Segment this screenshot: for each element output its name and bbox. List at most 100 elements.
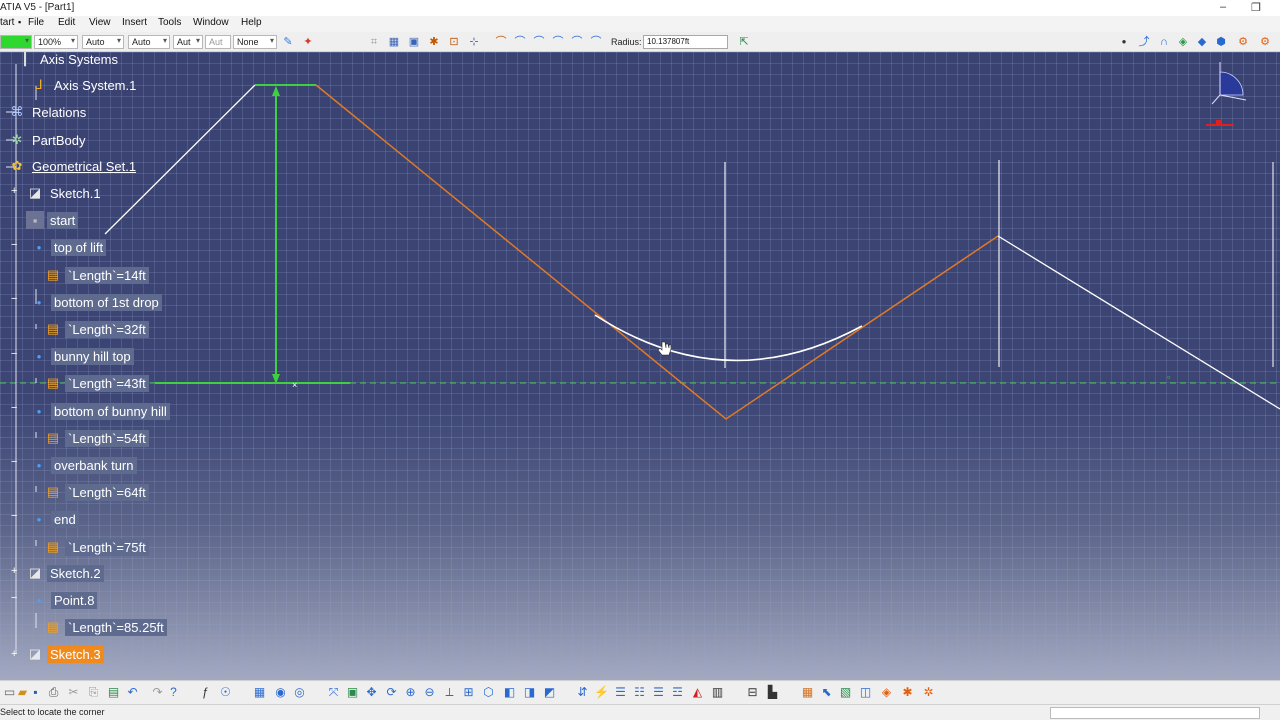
tree-node-start[interactable]: ▪ start <box>26 210 79 230</box>
tree-node-bottom-bunny-hill[interactable]: ● bottom of bunny hill <box>30 401 170 421</box>
tree-node-length-54[interactable]: ▤ `Length`=54ft <box>44 428 149 448</box>
zoom-out-icon[interactable]: ⊖ <box>422 685 437 700</box>
dimension-tool-icon[interactable]: ✲ <box>921 685 936 700</box>
line-tool-icon[interactable]: ⤴ <box>1137 35 1151 49</box>
pan-icon[interactable]: ✥ <box>364 685 379 700</box>
tree-node-sketch-1[interactable]: ◪ Sketch.1 <box>26 183 104 203</box>
corner-trim-all-icon[interactable]: ⌒ <box>494 35 508 49</box>
dimension-icon[interactable]: ⊟ <box>745 685 760 700</box>
tree-node-top-of-lift[interactable]: ● top of lift <box>30 237 107 257</box>
measure-icon[interactable]: ◎ <box>292 685 307 700</box>
collapse-icon[interactable]: − <box>11 239 17 251</box>
collapse-icon[interactable]: − <box>11 510 17 522</box>
tree-node-length-85[interactable]: ▤ `Length`=85.25ft <box>44 617 167 637</box>
restore-button[interactable]: ❐ <box>1251 1 1261 14</box>
workbench-icon[interactable]: ⚙ <box>1236 35 1250 49</box>
paste-icon[interactable]: ▤ <box>106 685 121 700</box>
menu-insert[interactable]: Insert <box>122 17 147 28</box>
shape-icon[interactable]: ◆ <box>1195 35 1209 49</box>
geometry-icon[interactable]: ◫ <box>858 685 873 700</box>
table-icon[interactable]: ▦ <box>252 685 267 700</box>
list4-icon[interactable]: ☲ <box>670 685 685 700</box>
collapse-icon[interactable]: − <box>11 402 17 414</box>
tools-icon[interactable]: ⚙ <box>1258 35 1272 49</box>
menu-view[interactable]: View <box>89 17 111 28</box>
tree-node-geometrical-set[interactable]: ✿ Geometrical Set.1 <box>8 156 139 176</box>
tree-node-sketch-2[interactable]: ◪ Sketch.2 <box>26 563 104 583</box>
zoom-combo[interactable]: 100% ▾ <box>34 35 78 49</box>
radius-input[interactable]: 10.137807ft <box>643 35 728 49</box>
menu-start[interactable]: tart <box>0 17 14 28</box>
catalog-icon[interactable]: ◉ <box>273 685 288 700</box>
tree-node-axis-systems[interactable]: ┃ Axis Systems <box>16 52 121 69</box>
constraint-icon[interactable]: ⇵ <box>575 685 590 700</box>
dimension-auto-icon[interactable]: ✱ <box>900 685 915 700</box>
select-icon[interactable]: ⬉ <box>819 685 834 700</box>
analysis-icon[interactable]: ⚡ <box>594 685 609 700</box>
help-icon[interactable]: ? <box>166 685 181 700</box>
copy-format-icon[interactable]: ✦ <box>301 35 315 49</box>
paint-brush-icon[interactable]: ✎ <box>281 35 295 49</box>
arc-tool-icon[interactable]: ∩ <box>1157 35 1171 49</box>
constraints-auto-icon[interactable]: ◈ <box>879 685 894 700</box>
command-input[interactable] <box>1050 707 1260 719</box>
corner-lines-icon[interactable]: ⌒ <box>589 35 603 49</box>
collapse-icon[interactable]: − <box>11 293 17 305</box>
expand-icon[interactable]: + <box>11 565 17 577</box>
tree-node-relations[interactable]: ⌘ Relations <box>8 102 89 122</box>
grid-icon[interactable]: ▦ <box>387 35 401 49</box>
collapse-icon[interactable]: − <box>11 592 17 604</box>
corner-no-trim-icon[interactable]: ⌒ <box>532 35 546 49</box>
dimensional-constraints-icon[interactable]: ⊡ <box>447 35 461 49</box>
zoom-in-icon[interactable]: ⊕ <box>403 685 418 700</box>
fit-all-icon[interactable]: ▣ <box>345 685 360 700</box>
collapse-icon[interactable]: − <box>11 456 17 468</box>
expand-icon[interactable]: + <box>11 648 17 660</box>
tree-node-length-43[interactable]: ▤ `Length`=43ft <box>44 373 149 393</box>
normal-view-icon[interactable]: ⟂ <box>442 685 457 700</box>
workbench-switch-icon[interactable]: ▙ <box>765 685 780 700</box>
print-icon[interactable]: ⎙ <box>46 685 61 700</box>
dot-icon[interactable]: ● <box>1117 35 1131 49</box>
grid-snap-icon[interactable]: ▦ <box>800 685 815 700</box>
tree-node-bunny-hill-top[interactable]: ● bunny hill top <box>30 346 134 366</box>
menu-tools[interactable]: Tools <box>158 17 181 28</box>
copy-icon[interactable]: ⎘ <box>86 685 101 700</box>
menu-help[interactable]: Help <box>241 17 262 28</box>
mirror-icon[interactable]: ◭ <box>690 685 705 700</box>
swap-visible-icon[interactable]: ◩ <box>542 685 557 700</box>
compass-icon[interactable] <box>1190 60 1250 130</box>
document-icon[interactable]: ▥ <box>710 685 725 700</box>
tree-node-length-14[interactable]: ▤ `Length`=14ft <box>44 265 149 285</box>
menu-file[interactable]: File <box>28 17 44 28</box>
knowledge-icon[interactable]: ☉ <box>218 685 233 700</box>
snap-icon[interactable]: ⌗ <box>367 35 381 49</box>
undo-icon[interactable]: ↶ <box>125 685 140 700</box>
expand-icon[interactable]: + <box>11 185 17 197</box>
minimize-button[interactable]: – <box>1220 1 1226 13</box>
exit-workbench-icon[interactable]: ⇱ <box>737 35 751 49</box>
corner-trim-first-icon[interactable]: ⌒ <box>513 35 527 49</box>
construction-mode-icon[interactable]: ▧ <box>838 685 853 700</box>
line-type-combo[interactable]: Auto ▾ <box>82 35 124 49</box>
menu-window[interactable]: Window <box>193 17 229 28</box>
tree-node-end[interactable]: ● end <box>30 509 79 529</box>
iso-view-icon[interactable]: ⬡ <box>481 685 496 700</box>
point-type-combo[interactable]: Aut ▾ <box>173 35 203 49</box>
multi-view-icon[interactable]: ⊞ <box>461 685 476 700</box>
tree-node-length-75[interactable]: ▤ `Length`=75ft <box>44 537 149 557</box>
corner-construction-icon[interactable]: ⌒ <box>570 35 584 49</box>
shading-icon[interactable]: ◧ <box>502 685 517 700</box>
tree-node-sketch-3[interactable]: ◪ Sketch.3 <box>26 644 104 664</box>
list3-icon[interactable]: ☰ <box>651 685 666 700</box>
line-weight-combo[interactable]: Auto ▾ <box>128 35 170 49</box>
list2-icon[interactable]: ☷ <box>632 685 647 700</box>
layer-combo[interactable]: Aut <box>205 35 231 49</box>
tree-node-point-8[interactable]: ● Point.8 <box>30 590 98 610</box>
corner-standard-icon[interactable]: ⌒ <box>551 35 565 49</box>
cut-icon[interactable]: ✂ <box>66 685 81 700</box>
construction-icon[interactable]: ▣ <box>407 35 421 49</box>
sketch-icon[interactable]: ◈ <box>1176 35 1190 49</box>
solid-icon[interactable]: ⬢ <box>1214 35 1228 49</box>
fly-mode-icon[interactable]: ⤧ <box>326 685 341 700</box>
